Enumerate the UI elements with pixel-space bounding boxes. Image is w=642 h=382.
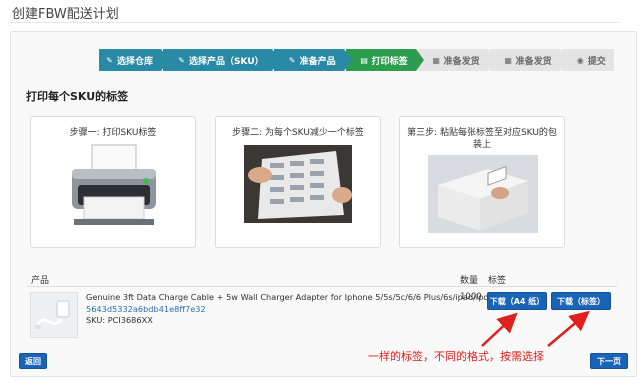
arrow-to-a4	[481, 312, 518, 347]
arrow-to-label	[547, 310, 590, 347]
annotation-note: 一样的标签，不同的格式，按需选择	[368, 350, 544, 363]
annotation-arrows	[481, 310, 590, 347]
